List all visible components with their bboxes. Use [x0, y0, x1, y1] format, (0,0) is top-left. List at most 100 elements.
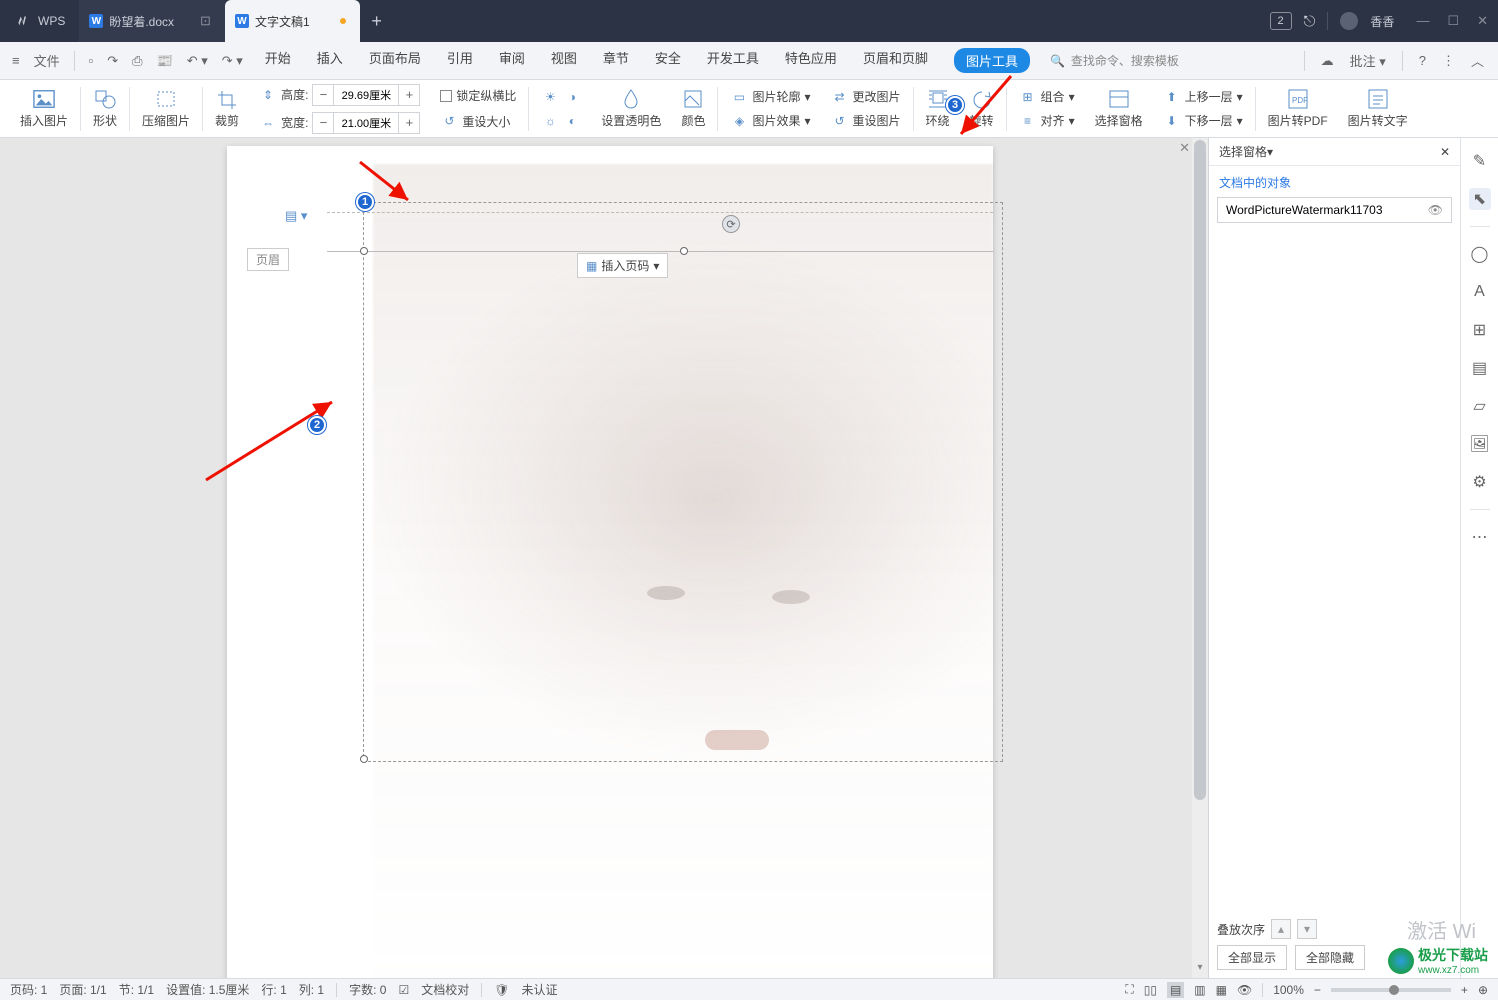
collapse-ribbon-icon[interactable]: ︿ — [1471, 51, 1484, 70]
status-wordcount[interactable]: 字数: 0 — [349, 981, 386, 998]
zoom-value[interactable]: 100% — [1273, 983, 1304, 997]
menu-devtools[interactable]: 开发工具 — [707, 48, 759, 73]
redo2-icon[interactable]: ↷ ▾ — [222, 53, 243, 69]
proof-icon[interactable]: ☑ — [398, 983, 409, 997]
increment-button[interactable]: + — [399, 85, 419, 105]
menu-security[interactable]: 安全 — [655, 48, 681, 73]
user-avatar[interactable] — [1340, 12, 1358, 30]
rotation-handle[interactable]: ⟳ — [722, 215, 740, 233]
menu-picturetools[interactable]: 图片工具 — [954, 48, 1030, 73]
zoom-slider[interactable] — [1331, 988, 1451, 992]
tab-inactive[interactable]: W 盼望着.docx ⊡ — [79, 0, 225, 42]
pic-to-pdf-button[interactable]: PDF 图片转PDF — [1258, 88, 1338, 129]
contrast-down-icon[interactable]: ◐ — [563, 112, 581, 130]
menu-headerfooter[interactable]: 页眉和页脚 — [863, 48, 928, 73]
color-button[interactable]: 颜色 — [671, 88, 715, 129]
decrement-button[interactable]: − — [313, 85, 333, 105]
selection-box[interactable]: ⟳ — [363, 202, 1003, 762]
print-preview-icon[interactable]: 📰 — [157, 53, 173, 69]
fullscreen-icon[interactable]: ⛶ — [1125, 982, 1133, 997]
brightness-down-icon[interactable]: ☼ — [541, 112, 559, 130]
read-view-icon[interactable]: 👁 — [1237, 983, 1252, 997]
zoom-in-button[interactable]: + — [1461, 983, 1468, 997]
menu-start[interactable]: 开始 — [265, 48, 291, 73]
new-tab-button[interactable]: + — [360, 4, 394, 38]
maximize-button[interactable]: ☐ — [1447, 13, 1459, 29]
transparent-color-button[interactable]: 设置透明色 — [591, 88, 671, 129]
header-doc-icon[interactable]: ▤ ▾ — [285, 208, 307, 224]
web-view-icon[interactable]: ▦ — [1216, 983, 1227, 997]
close-button[interactable]: ✕ — [1477, 13, 1488, 29]
visibility-icon[interactable]: 👁 — [1428, 203, 1443, 217]
width-spinner[interactable]: − + — [312, 112, 420, 134]
more-icon[interactable]: ⋮ — [1442, 53, 1455, 69]
pic-to-text-button[interactable]: 图片转文字 — [1338, 88, 1418, 129]
align-button[interactable]: ≡对齐 ▾ — [1019, 112, 1075, 130]
stack-up-button[interactable]: ▴ — [1271, 919, 1291, 939]
width-input[interactable] — [333, 113, 399, 133]
pane-close-icon[interactable]: ✕ — [1440, 145, 1450, 159]
vertical-scrollbar[interactable]: ▴ ▾ — [1192, 138, 1208, 978]
decrement-button[interactable]: − — [313, 113, 333, 133]
command-search[interactable]: 🔍 查找命令、搜索模板 — [1050, 52, 1179, 69]
apparel-icon[interactable]: ⎋ — [1304, 13, 1316, 30]
status-pagecode[interactable]: 页码: 1 — [10, 981, 47, 998]
status-page[interactable]: 页面: 1/1 — [59, 981, 106, 998]
increment-button[interactable]: + — [399, 113, 419, 133]
shape-tool-icon[interactable]: ◯ — [1469, 243, 1491, 265]
zoom-out-button[interactable]: − — [1314, 983, 1321, 997]
scroll-down-icon[interactable]: ▾ — [1192, 962, 1208, 978]
menu-reference[interactable]: 引用 — [447, 48, 473, 73]
selection-pane-button[interactable]: 选择窗格 — [1085, 88, 1153, 129]
more-tools-icon[interactable]: ⋯ — [1469, 526, 1491, 548]
cloud-icon[interactable]: ☁ — [1321, 53, 1334, 69]
compress-button[interactable]: 压缩图片 — [132, 88, 200, 129]
change-pic-button[interactable]: ⇄更改图片 — [831, 88, 901, 106]
effect-button[interactable]: ◈图片效果 ▾ — [730, 112, 810, 130]
fit-icon[interactable]: ⊕ — [1478, 983, 1488, 997]
height-spinner[interactable]: − + — [312, 84, 420, 106]
move-up-button[interactable]: ⬆上移一层 ▾ — [1163, 88, 1243, 106]
menu-featured[interactable]: 特色应用 — [785, 48, 837, 73]
status-section[interactable]: 节: 1/1 — [119, 981, 154, 998]
selection-handle[interactable] — [360, 755, 368, 763]
status-setval[interactable]: 设置值: 1.5厘米 — [166, 981, 249, 998]
canvas[interactable]: ✕ ▤ ▾ 页眉 ▦ 插入页码 ▾ ⟳ ▴ — [0, 138, 1208, 978]
rotate-button[interactable]: 旋转 — [960, 88, 1004, 129]
reset-pic-button[interactable]: ↺重设图片 — [831, 112, 901, 130]
tab-active[interactable]: W 文字文稿1 — [225, 0, 360, 42]
book-view-icon[interactable]: ▯▯ — [1144, 983, 1157, 997]
menu-chapter[interactable]: 章节 — [603, 48, 629, 73]
help-icon[interactable]: ? — [1419, 53, 1426, 68]
pen-icon[interactable]: ✎ — [1469, 150, 1491, 172]
status-row[interactable]: 行: 1 — [261, 981, 286, 998]
notification-badge[interactable]: 2 — [1270, 12, 1292, 30]
object-row[interactable]: WordPictureWatermark11703 👁 — [1217, 197, 1452, 223]
height-input[interactable] — [333, 85, 399, 105]
save-icon[interactable]: ▫ — [89, 53, 94, 68]
undo-icon[interactable]: ↶ ▾ — [187, 53, 208, 69]
menu-view[interactable]: 视图 — [551, 48, 577, 73]
status-col[interactable]: 列: 1 — [299, 981, 324, 998]
image-tool-icon[interactable]: 🖼 — [1469, 433, 1491, 455]
hamburger-icon[interactable]: ≡ — [12, 53, 20, 68]
canvas-close-icon[interactable]: ✕ — [1179, 140, 1190, 156]
comments-button[interactable]: 批注 ▾ — [1350, 51, 1386, 70]
file-menu[interactable]: 文件 — [34, 51, 60, 70]
selection-handle[interactable] — [680, 247, 688, 255]
zoom-knob[interactable] — [1389, 985, 1399, 995]
crop-button[interactable]: 裁剪 — [205, 88, 249, 129]
panel-icon[interactable]: ▱ — [1469, 395, 1491, 417]
move-down-button[interactable]: ⬇下移一层 ▾ — [1163, 112, 1243, 130]
tab-monitor-icon[interactable]: ⊡ — [200, 13, 211, 29]
print-icon[interactable]: ⎙ — [132, 53, 142, 69]
insert-image-button[interactable]: 插入图片 — [10, 88, 78, 129]
gear-icon[interactable]: ⚙ — [1469, 471, 1491, 493]
scrollbar-thumb[interactable] — [1194, 140, 1206, 800]
shape-button[interactable]: 形状 — [83, 88, 127, 129]
outline-view-icon[interactable]: ▥ — [1194, 983, 1205, 997]
select-icon[interactable]: ⬉ — [1469, 188, 1491, 210]
show-all-button[interactable]: 全部显示 — [1217, 945, 1287, 970]
minimize-button[interactable]: — — [1416, 13, 1429, 29]
hide-all-button[interactable]: 全部隐藏 — [1295, 945, 1365, 970]
